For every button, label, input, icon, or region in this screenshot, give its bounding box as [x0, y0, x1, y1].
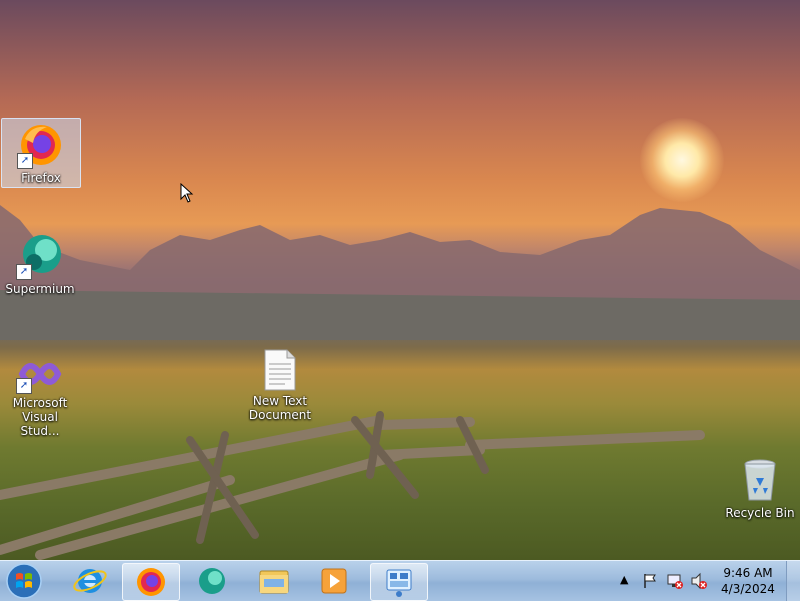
recycle-bin-icon [736, 456, 784, 504]
shortcut-arrow-icon: ➚ [17, 153, 33, 169]
desktop[interactable]: ➚ Firefox ➚ Supermium ➚ Microsoft Visual… [0, 0, 800, 560]
desktop-icon-label: New Text Document [248, 394, 312, 422]
desktop-icon-label: Firefox [21, 171, 61, 185]
mountains [0, 205, 800, 340]
text-document-icon [263, 348, 297, 392]
system-tray: ▲ [616, 561, 716, 601]
taskbar-control-panel[interactable] [370, 563, 428, 601]
taskbar-supermium[interactable] [184, 563, 240, 599]
taskbar-media-player[interactable] [306, 563, 362, 599]
desktop-icon-recycle-bin[interactable]: Recycle Bin [721, 454, 799, 522]
visual-studio-icon: ➚ [16, 354, 64, 394]
clock-date: 4/3/2024 [721, 582, 775, 596]
supermium-icon: ➚ [16, 232, 64, 280]
desktop-icon-new-text-document[interactable]: New Text Document [241, 346, 319, 426]
supermium-icon [199, 568, 225, 594]
internet-explorer-icon [73, 569, 107, 593]
clock-time: 9:46 AM [723, 566, 773, 580]
taskbar-internet-explorer[interactable] [62, 563, 118, 599]
desktop-icon-supermium[interactable]: ➚ Supermium [1, 230, 79, 300]
fence [0, 411, 705, 560]
firefox-icon: ➚ [17, 121, 65, 169]
shortcut-arrow-icon: ➚ [16, 264, 32, 280]
network-icon[interactable] [666, 572, 684, 590]
firefox-icon [137, 568, 165, 596]
folder-icon [259, 570, 289, 594]
desktop-icon-label: Recycle Bin [725, 506, 795, 520]
taskbar-firefox[interactable] [122, 563, 180, 601]
show-hidden-icons-icon[interactable]: ▲ [620, 573, 628, 586]
action-center-flag-icon[interactable] [642, 573, 658, 589]
taskbar-file-explorer[interactable] [246, 563, 302, 599]
desktop-icon-firefox[interactable]: ➚ Firefox [1, 118, 81, 188]
mouse-cursor-icon [180, 183, 194, 203]
media-player-icon [321, 568, 347, 594]
windows-logo-icon [6, 563, 42, 599]
shortcut-arrow-icon: ➚ [16, 378, 32, 394]
start-button[interactable] [4, 562, 44, 600]
show-desktop-button[interactable] [786, 561, 800, 601]
control-panel-icon [386, 569, 412, 597]
clock[interactable]: 9:46 AM 4/3/2024 [712, 565, 784, 597]
taskbar: ▲ 9:46 AM 4/3/2024 [0, 560, 800, 601]
desktop-icon-label: Microsoft Visual Stud... [12, 396, 68, 438]
volume-muted-icon[interactable] [690, 572, 708, 590]
desktop-icon-label: Supermium [5, 282, 75, 296]
desktop-icon-visual-studio[interactable]: ➚ Microsoft Visual Stud... [1, 352, 79, 438]
